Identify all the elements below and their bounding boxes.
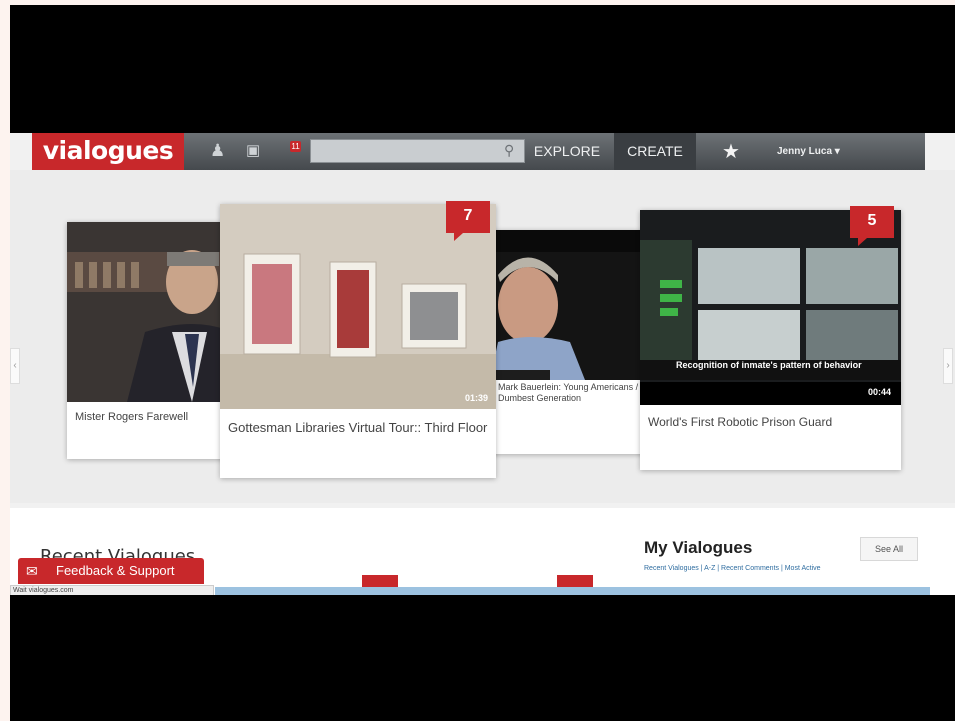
feedback-support-button[interactable]: ✉ Feedback & Support <box>18 558 204 584</box>
video-thumbnail[interactable] <box>490 230 665 380</box>
carousel-prev-arrow[interactable]: ‹ <box>10 348 20 384</box>
megaphone-icon: ✉ <box>26 563 38 579</box>
star-icon[interactable]: ★ <box>722 139 740 164</box>
comment-count-badge[interactable]: 7 <box>446 201 490 241</box>
status-bar-url: Wait vialogues.com <box>10 585 214 595</box>
video-title[interactable]: World's First Robotic Prison Guard <box>648 415 893 430</box>
my-vialogues-sort-links[interactable]: Recent Vialogues | A-Z | Recent Comments… <box>644 565 821 572</box>
video-card-robotic-prison-guard[interactable]: Recognition of inmate's pattern of behav… <box>640 206 901 470</box>
thumbnail-image <box>67 222 227 402</box>
featured-carousel: ‹ › Mister Rogers Farewell Mark Bauerlei… <box>10 170 955 503</box>
feedback-label: Feedback & Support <box>56 563 175 578</box>
video-title[interactable]: Mister Rogers Farewell <box>75 410 219 424</box>
video-card-gottesman-libraries[interactable]: 01:39 Gottesman Libraries Virtual Tour::… <box>220 201 496 478</box>
video-duration: 00:44 <box>867 387 891 397</box>
video-title[interactable]: Gottesman Libraries Virtual Tour:: Third… <box>228 420 488 436</box>
carousel-next-arrow[interactable]: › <box>943 348 953 384</box>
search-input[interactable] <box>310 139 525 163</box>
user-menu[interactable]: Jenny Luca ▾ <box>777 133 840 170</box>
horizontal-scrollbar[interactable] <box>215 587 930 595</box>
see-all-button[interactable]: See All <box>860 537 918 561</box>
my-vialogues-heading: My Vialogues <box>644 538 753 557</box>
video-card-mister-rogers[interactable]: Mister Rogers Farewell <box>67 222 227 459</box>
person-icon[interactable]: ♟ <box>210 142 225 160</box>
video-subtitle: Recognition of inmate's pattern of behav… <box>676 360 862 370</box>
explore-link[interactable]: EXPLORE <box>529 133 605 170</box>
message-icon[interactable]: ▣ <box>246 142 260 160</box>
thumbnail-image <box>490 230 665 380</box>
video-title[interactable]: Mark Bauerlein: Young Americans / Dumbes… <box>498 382 657 404</box>
comment-count-badge[interactable]: 5 <box>850 206 894 246</box>
logo[interactable]: vialogues <box>32 133 184 170</box>
create-link[interactable]: CREATE <box>614 133 696 170</box>
browser-page: ♟ ▣ 11 ⚲ EXPLORE CREATE ★ Jenny Luca ▾ v… <box>10 133 955 595</box>
video-thumbnail[interactable] <box>67 222 227 402</box>
notification-badge: 11 <box>290 141 301 152</box>
search-icon[interactable]: ⚲ <box>504 142 514 159</box>
video-duration: 01:39 <box>464 393 488 403</box>
video-card-mark-bauerlein[interactable]: Mark Bauerlein: Young Americans / Dumbes… <box>490 230 665 454</box>
